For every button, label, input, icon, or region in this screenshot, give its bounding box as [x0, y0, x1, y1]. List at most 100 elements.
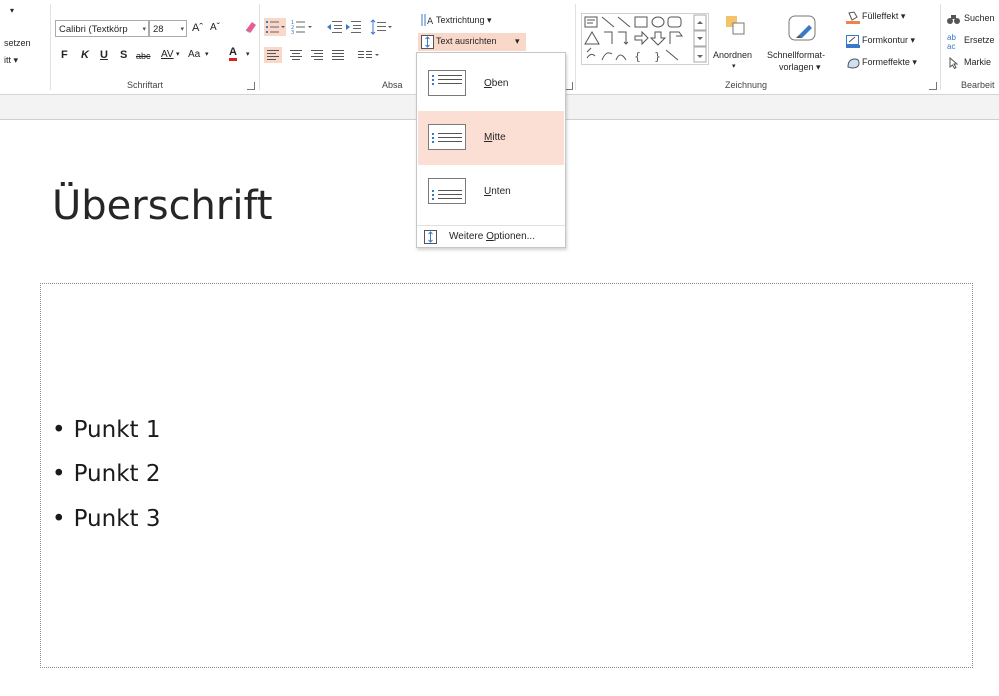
list-item[interactable]: • Punkt 1 [52, 417, 160, 443]
font-color-button[interactable]: A [229, 46, 237, 61]
more-options-label: Weitere Optionen... [449, 231, 535, 242]
shrink-font-button[interactable]: Aˇ [210, 21, 220, 35]
align-text-label: Text ausrichten [436, 36, 497, 46]
replace-label: Ersetze [964, 35, 995, 45]
character-spacing-button[interactable]: AV [161, 48, 174, 62]
shape-fill-button[interactable]: Fülleffekt ▾ [846, 11, 906, 24]
content-placeholder[interactable] [40, 283, 973, 668]
bullet-point: • [52, 506, 66, 532]
align-center-icon[interactable] [287, 47, 305, 68]
list-item-text: Punkt 1 [73, 417, 161, 443]
align-bottom-option[interactable]: Unten [418, 165, 564, 219]
drawing-group-label: Zeichnung [725, 80, 768, 90]
align-middle-icon [428, 124, 466, 150]
dropdown-divider [417, 225, 565, 226]
grow-font-button[interactable]: Aˆ [192, 21, 203, 35]
fill-label: Fülleffekt [862, 11, 899, 21]
quick-styles-icon[interactable] [787, 13, 819, 50]
align-middle-option[interactable]: Mitte [418, 111, 564, 165]
select-icon [949, 56, 959, 71]
chevron-down-icon: ▾ [910, 35, 916, 45]
line-spacing-icon[interactable] [370, 18, 396, 41]
columns-icon[interactable] [356, 47, 384, 68]
chevron-down-icon: ▾ [487, 15, 492, 25]
increase-indent-icon[interactable] [345, 18, 363, 41]
numbering-icon[interactable]: 123 [290, 18, 316, 41]
drawing-dialog-launcher-icon[interactable] [929, 82, 937, 90]
svg-text:3: 3 [291, 30, 294, 36]
select-label: Markie [964, 57, 992, 67]
text-direction-label: Textrichtung [436, 15, 485, 25]
chevron-down-icon: ▾ [816, 62, 821, 72]
more-options-item[interactable]: Weitere Optionen... [421, 229, 563, 245]
chevron-down-icon: ▾ [900, 11, 906, 21]
bold-button[interactable]: F [61, 48, 68, 62]
bullet-point: • [52, 461, 66, 487]
replace-icon: ab ac [947, 33, 956, 51]
chevron-down-icon: ▾ [142, 26, 146, 33]
shape-outline-button[interactable]: Formkontur ▾ [846, 35, 916, 48]
chevron-down-icon: ▾ [515, 36, 520, 46]
font-size-combo[interactable]: 28 ▾ [149, 20, 187, 37]
strikethrough-button[interactable]: abc [136, 49, 151, 63]
outline-icon [846, 35, 860, 50]
editing-group-label: Bearbeit [961, 80, 995, 90]
quick-styles-label-1[interactable]: Schnellformat- [767, 50, 825, 60]
effects-label: Formeffekte [862, 57, 910, 67]
svg-text:}: } [654, 50, 661, 63]
list-item[interactable]: • Punkt 3 [52, 506, 160, 532]
align-bottom-icon [428, 178, 466, 204]
text-direction-button[interactable]: Textrichtung ▾ [436, 15, 492, 26]
bullet-point: • [52, 417, 66, 443]
italic-button[interactable]: K [81, 48, 89, 62]
find-button[interactable]: Suchen [947, 13, 995, 24]
replace-button[interactable]: ab ac Ersetze [947, 33, 995, 51]
align-top-label: Oben [484, 78, 509, 89]
shapes-gallery-icon[interactable]: { } [581, 13, 709, 65]
change-case-button[interactable]: Aa [188, 48, 200, 62]
arrange-button[interactable]: Anordnen [713, 50, 752, 60]
text-direction-icon[interactable]: A [420, 13, 434, 32]
group-separator [940, 4, 941, 90]
select-button[interactable]: Markie [947, 56, 992, 70]
list-item-text: Punkt 2 [73, 461, 161, 487]
outline-label: Formkontur [862, 35, 909, 45]
align-top-icon [428, 70, 466, 96]
align-text-button[interactable]: Text ausrichten ▾ [418, 33, 526, 51]
clear-format-icon[interactable] [243, 19, 259, 40]
align-middle-label: Mitte [484, 132, 506, 143]
slide-title[interactable]: Überschrift [52, 183, 273, 229]
shadow-button[interactable]: S [120, 48, 127, 62]
arrange-icon[interactable] [724, 14, 748, 43]
font-group-label: Schriftart [127, 80, 164, 90]
quick-styles-label-2: vorlagen [779, 62, 814, 72]
align-text-dropdown: Oben Mitte Unten Weitere Optionen... [416, 52, 566, 248]
decrease-indent-icon[interactable] [326, 18, 344, 41]
effects-icon [846, 57, 860, 72]
align-left-icon[interactable] [264, 47, 282, 63]
find-icon [947, 13, 960, 27]
paragraph-dialog-launcher-icon[interactable] [565, 82, 573, 90]
quick-styles-button[interactable]: vorlagen ▾ [779, 62, 821, 73]
underline-button[interactable]: U [100, 48, 108, 62]
font-dialog-launcher-icon[interactable] [247, 82, 255, 90]
find-label: Suchen [964, 13, 995, 23]
align-bottom-label: Unten [484, 186, 511, 197]
paragraph-group-label: Absa [382, 80, 403, 90]
group-separator [50, 4, 51, 90]
clipboard-section-button[interactable]: itt ▾ [4, 55, 18, 66]
bullets-icon[interactable] [264, 18, 286, 36]
svg-text:A: A [427, 17, 434, 27]
font-family-combo[interactable]: Calibri (Textkörp ▾ [55, 20, 149, 37]
align-text-icon [424, 230, 437, 249]
align-top-option[interactable]: Oben [418, 57, 564, 111]
justify-icon[interactable] [329, 47, 347, 68]
clipboard-dropdown-arrow[interactable]: ▾ [10, 6, 14, 15]
arrange-label: Anordnen [713, 50, 753, 60]
chevron-down-icon: ▾ [912, 57, 917, 67]
font-family-value: Calibri (Textkörp [59, 24, 128, 35]
paste-insert-label[interactable]: setzen [4, 38, 31, 48]
list-item[interactable]: • Punkt 2 [52, 461, 160, 487]
align-right-icon[interactable] [308, 47, 326, 68]
shape-effects-button[interactable]: Formeffekte ▾ [846, 57, 917, 69]
